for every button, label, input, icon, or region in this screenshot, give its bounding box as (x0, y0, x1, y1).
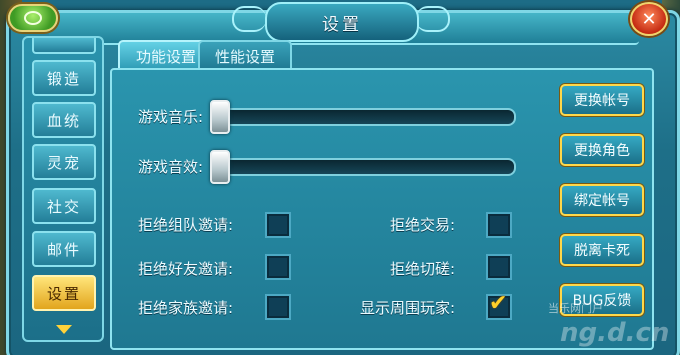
title-ornament-right (416, 6, 450, 32)
sidebar-item-pet[interactable]: 灵宠 (32, 144, 96, 180)
close-button[interactable]: ✕ (630, 2, 668, 36)
sidebar-item-bloodline[interactable]: 血统 (32, 102, 96, 138)
switch-account-button[interactable]: 更换帐号 (560, 84, 644, 116)
sfx-slider-thumb[interactable] (210, 150, 230, 184)
game-scene: 设置 ✕ 锻造 血统 灵宠 社交 邮件 设置 功能设置 性能设置 游戏音乐: 游… (0, 0, 680, 355)
reject-trade-label: 拒绝交易: (390, 216, 456, 234)
music-slider[interactable] (210, 108, 516, 126)
back-icon (24, 11, 42, 25)
sfx-label: 游戏音效: (138, 158, 204, 176)
arrow-down-icon[interactable] (56, 325, 72, 334)
sidebar: 锻造 血统 灵宠 社交 邮件 设置 (22, 36, 104, 342)
music-slider-thumb[interactable] (210, 100, 230, 134)
sidebar-item-mail[interactable]: 邮件 (32, 231, 96, 267)
reject-team-checkbox[interactable] (265, 212, 291, 238)
reject-family-label: 拒绝家族邀请: (138, 299, 234, 317)
reject-family-checkbox[interactable] (265, 294, 291, 320)
sidebar-item-forge[interactable]: 锻造 (32, 60, 96, 96)
reject-duel-label: 拒绝切磋: (390, 260, 456, 278)
unstuck-button[interactable]: 脱离卡死 (560, 234, 644, 266)
reject-duel-checkbox[interactable] (486, 254, 512, 280)
reject-team-label: 拒绝组队邀请: (138, 216, 234, 234)
window-title: 设置 (265, 2, 419, 42)
sidebar-item-settings[interactable]: 设置 (32, 275, 96, 311)
tab-performance-settings[interactable]: 性能设置 (198, 40, 292, 70)
watermark-text: 当乐网门户 (548, 302, 603, 315)
back-button[interactable] (8, 4, 58, 32)
sidebar-item-partial[interactable] (32, 38, 96, 54)
reject-friend-label: 拒绝好友邀请: (138, 260, 234, 278)
sidebar-item-social[interactable]: 社交 (32, 188, 96, 224)
reject-trade-checkbox[interactable] (486, 212, 512, 238)
watermark-logo: ng.d.cn (560, 318, 670, 348)
close-icon: ✕ (641, 8, 657, 30)
sfx-slider[interactable] (210, 158, 516, 176)
bind-account-button[interactable]: 绑定帐号 (560, 184, 644, 216)
show-players-label: 显示周围玩家: (360, 299, 456, 317)
show-players-checkbox[interactable]: ✔ (486, 291, 512, 320)
reject-friend-checkbox[interactable] (265, 254, 291, 280)
switch-character-button[interactable]: 更换角色 (560, 134, 644, 166)
check-icon: ✔ (489, 291, 508, 316)
music-label: 游戏音乐: (138, 108, 204, 126)
title-ornament-left (232, 6, 266, 32)
